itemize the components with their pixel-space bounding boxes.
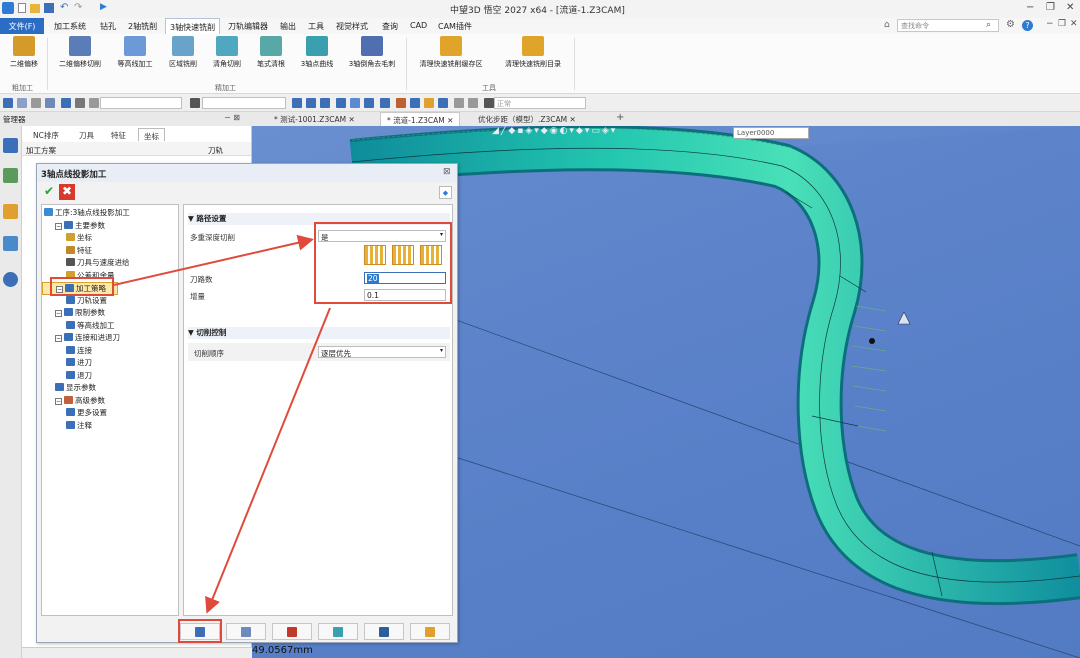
arrow-to-params <box>113 234 314 286</box>
arrow-to-calculate <box>205 307 331 614</box>
annotation-arrows <box>113 234 331 614</box>
measure-readout: 49.0567mm <box>252 645 313 656</box>
